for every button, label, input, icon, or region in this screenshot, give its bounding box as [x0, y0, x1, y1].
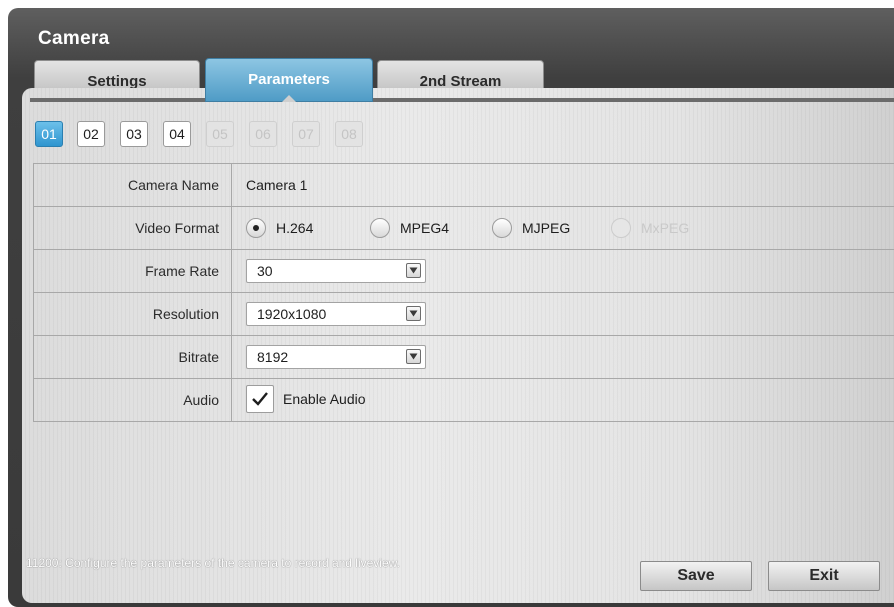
row-audio: Audio Enable Audio — [33, 379, 894, 422]
checkmark-icon — [246, 385, 274, 413]
chevron-down-icon[interactable] — [406, 349, 421, 364]
radio-mxpeg: MxPEG — [611, 218, 689, 238]
radio-unselected-icon — [370, 218, 390, 238]
bitrate-select[interactable]: 8192 — [246, 345, 426, 369]
channel-button-07: 07 — [292, 121, 320, 147]
row-camera-name: Camera Name Camera 1 — [33, 164, 894, 207]
frame-rate-label: Frame Rate — [34, 250, 232, 292]
tab-underline — [30, 98, 894, 102]
resolution-select[interactable]: 1920x1080 — [246, 302, 426, 326]
camera-name-label: Camera Name — [34, 164, 232, 206]
audio-label: Audio — [34, 379, 232, 421]
radio-unselected-icon — [492, 218, 512, 238]
enable-audio-label: Enable Audio — [283, 391, 366, 407]
camera-name-value: Camera 1 — [246, 177, 308, 193]
exit-button[interactable]: Exit — [768, 561, 880, 591]
radio-mxpeg-label: MxPEG — [641, 220, 690, 236]
channel-button-06: 06 — [249, 121, 277, 147]
channel-button-08: 08 — [335, 121, 363, 147]
resolution-value: 1920x1080 — [257, 306, 327, 322]
bitrate-value: 8192 — [257, 349, 289, 365]
radio-h264-label: H.264 — [276, 220, 314, 236]
frame-rate-value: 30 — [257, 263, 273, 279]
radio-mpeg4-label: MPEG4 — [400, 220, 450, 236]
video-format-label: Video Format — [34, 207, 232, 249]
channel-button-02[interactable]: 02 — [77, 121, 105, 147]
frame-rate-select[interactable]: 30 — [246, 259, 426, 283]
chevron-down-icon[interactable] — [406, 306, 421, 321]
channel-button-04[interactable]: 04 — [163, 121, 191, 147]
resolution-label: Resolution — [34, 293, 232, 335]
row-bitrate: Bitrate 8192 — [33, 336, 894, 379]
enable-audio-checkbox[interactable]: Enable Audio — [246, 385, 366, 413]
channel-button-03[interactable]: 03 — [120, 121, 148, 147]
radio-disabled-icon — [611, 218, 631, 238]
save-button[interactable]: Save — [640, 561, 752, 591]
row-video-format: Video Format H.264 MPEG4 MJPEG MxPEG — [33, 207, 894, 250]
row-resolution: Resolution 1920x1080 — [33, 293, 894, 336]
radio-selected-icon — [246, 218, 266, 238]
parameters-table: Camera Name Camera 1 Video Format H.264 … — [33, 163, 894, 422]
bitrate-label: Bitrate — [34, 336, 232, 378]
radio-mjpeg[interactable]: MJPEG — [492, 218, 570, 238]
window-title: Camera — [38, 28, 110, 49]
channel-button-05: 05 — [206, 121, 234, 147]
radio-mjpeg-label: MJPEG — [522, 220, 571, 236]
help-text: 11200: Configure the parameters of the c… — [26, 556, 400, 570]
chevron-down-icon[interactable] — [406, 263, 421, 278]
radio-mpeg4[interactable]: MPEG4 — [370, 218, 449, 238]
tab-parameters[interactable]: Parameters — [205, 58, 373, 102]
row-frame-rate: Frame Rate 30 — [33, 250, 894, 293]
radio-h264[interactable]: H.264 — [246, 218, 313, 238]
channel-button-01[interactable]: 01 — [35, 121, 63, 147]
